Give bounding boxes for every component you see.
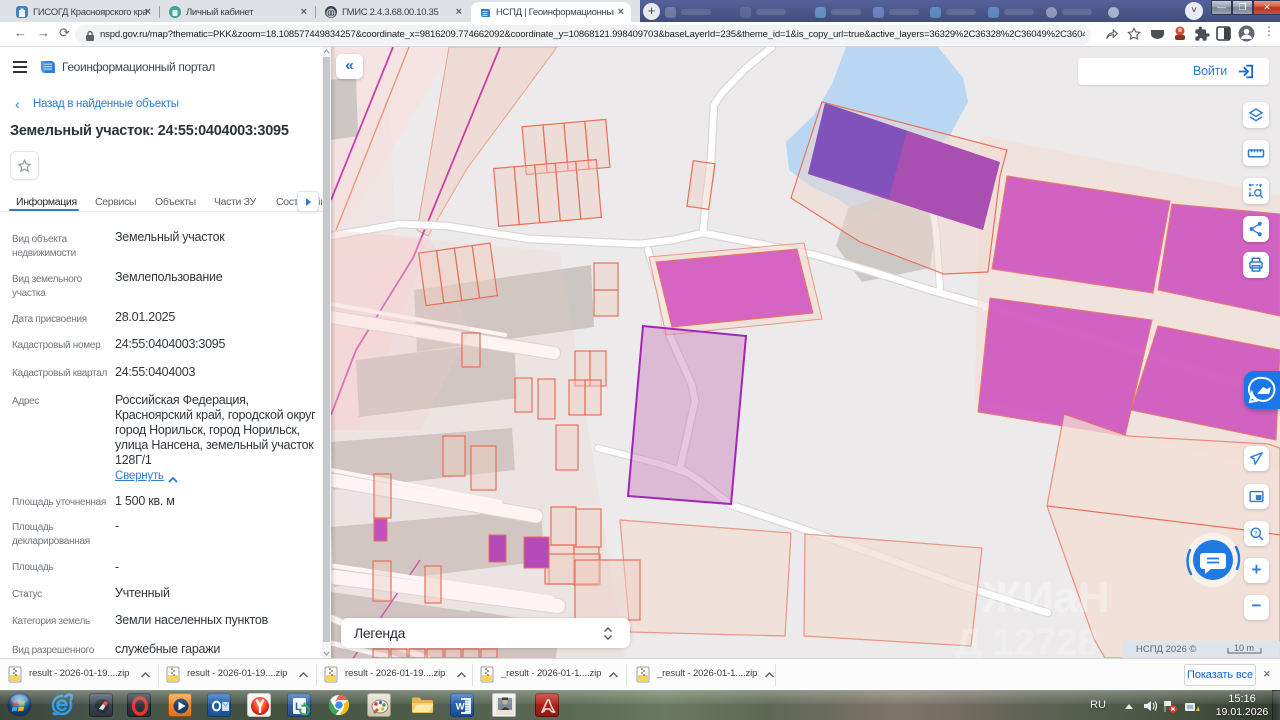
svg-text:НСПД 2026 ©: НСПД 2026 © (1136, 644, 1196, 655)
svg-text:Д 12728: Д 12728 (955, 622, 1098, 658)
svg-text:ЖИаН: ЖИаН (981, 573, 1110, 622)
svg-text:10 m: 10 m (1234, 643, 1254, 653)
svg-text:?: ? (1254, 530, 1258, 537)
svg-text:W: W (456, 702, 465, 713)
